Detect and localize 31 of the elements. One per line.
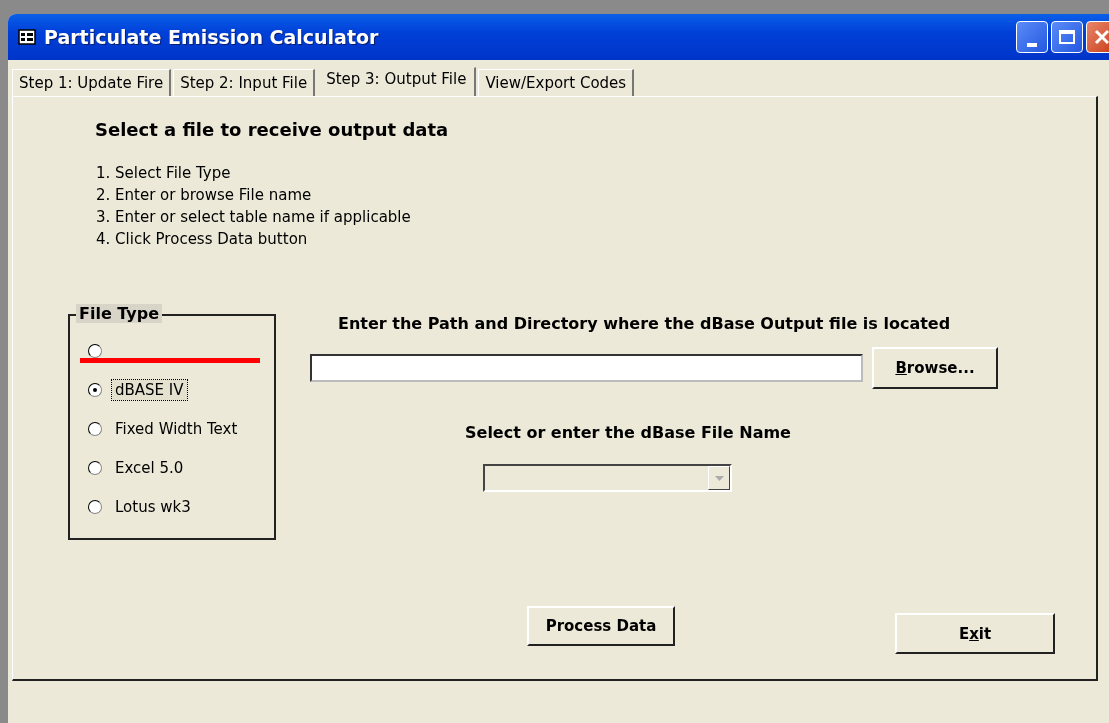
option-label: dBASE IV: [112, 379, 187, 400]
option-label: Excel 5.0: [114, 457, 185, 478]
process-data-button[interactable]: Process Data: [527, 606, 675, 646]
tab[interactable]: Step 1: Update Fire: [12, 69, 172, 96]
radio-button[interactable]: [88, 421, 102, 436]
instruction-line: 3. Enter or select table name if applicable: [96, 207, 412, 228]
browse-button[interactable]: Browse...: [872, 347, 998, 389]
window-title: Particulate Emission Calculator: [44, 26, 380, 48]
radio-button[interactable]: [88, 499, 102, 514]
path-field[interactable]: [310, 354, 863, 382]
minimize-button[interactable]: [1016, 21, 1048, 53]
maximize-button[interactable]: [1051, 21, 1083, 53]
radio-button[interactable]: [88, 382, 102, 397]
instruction-line: 1. Select File Type: [96, 163, 232, 184]
section-heading: Select a file to receive output data: [95, 119, 450, 140]
exit-button[interactable]: Exit: [895, 613, 1055, 654]
radio-button[interactable]: [88, 460, 102, 475]
form-icon: [18, 29, 36, 45]
field-label: Enter the Path and Directory where the dBase Output file is located: [338, 314, 952, 333]
field-label: Select or enter the dBase File Name: [465, 423, 792, 442]
option-label: Lotus wk3: [114, 496, 192, 517]
instruction-line: 2. Enter or browse File name: [96, 185, 313, 206]
group-title: File Type: [76, 304, 163, 323]
option-label: Fixed Width Text: [114, 418, 239, 439]
tab[interactable]: Step 2: Input File: [173, 69, 316, 96]
close-button[interactable]: [1086, 21, 1109, 53]
radio-button[interactable]: [88, 343, 102, 358]
close-icon: [1092, 27, 1109, 47]
tab[interactable]: View/Export Codes: [478, 69, 635, 96]
instruction-line: 4. Click Process Data button: [96, 229, 309, 250]
dropdown-arrow-icon: [714, 475, 724, 481]
